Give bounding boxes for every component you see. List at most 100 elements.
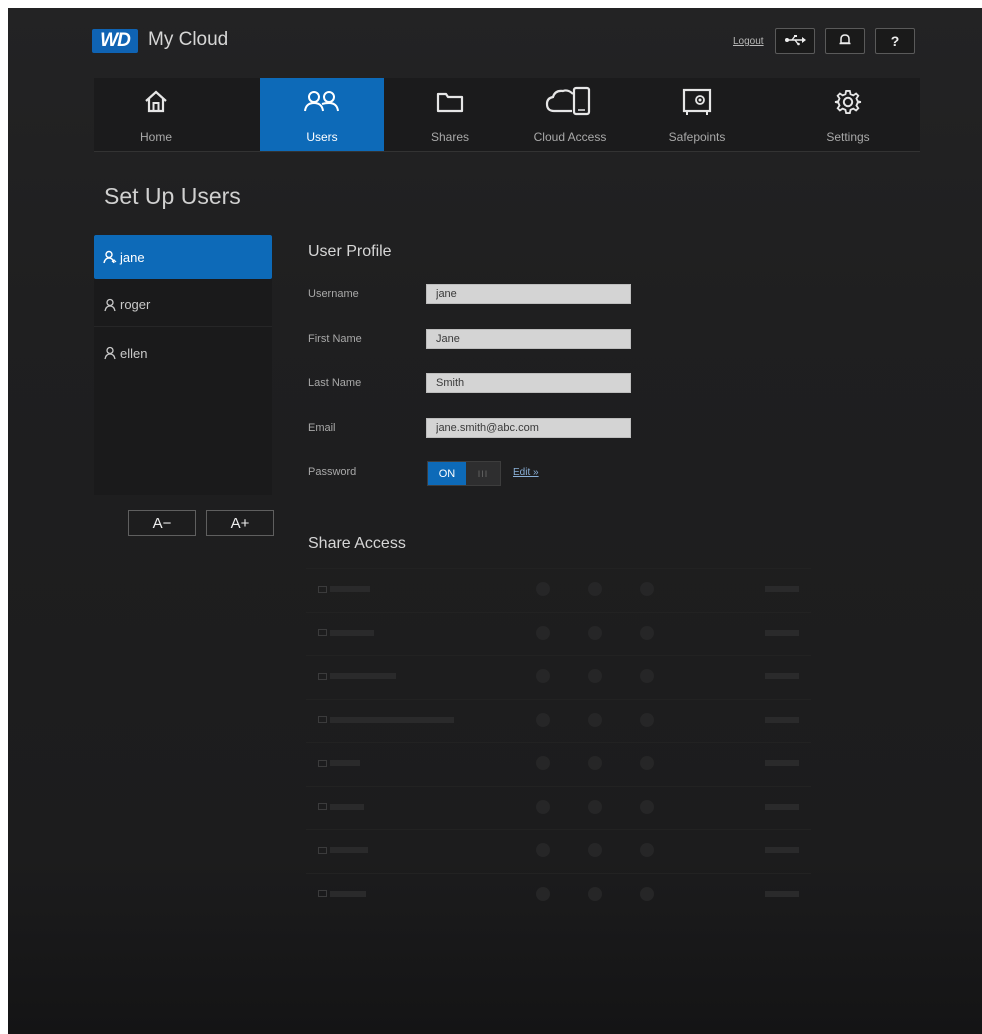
- full-access-icon[interactable]: [536, 625, 550, 640]
- cloud-device-icon: [544, 86, 596, 118]
- help-icon: ?: [890, 33, 900, 49]
- no-access-icon[interactable]: [640, 756, 654, 770]
- read-only-icon[interactable]: [588, 756, 602, 770]
- share-row[interactable]: [306, 568, 811, 609]
- share-folder-icon: [318, 585, 327, 593]
- read-only-icon[interactable]: [588, 582, 602, 596]
- full-access-icon[interactable]: [536, 582, 550, 596]
- alerts-button[interactable]: [825, 28, 865, 54]
- no-access-icon[interactable]: [640, 582, 654, 596]
- full-access-icon[interactable]: [536, 886, 550, 901]
- nav-shares[interactable]: Shares: [388, 78, 512, 151]
- gear-icon: [834, 86, 862, 118]
- no-access-icon[interactable]: [640, 712, 654, 727]
- read-only-icon[interactable]: [588, 843, 602, 857]
- share-size-placeholder: [765, 890, 799, 897]
- share-name-placeholder: [330, 847, 368, 853]
- share-size-placeholder: [765, 586, 799, 592]
- toggle-on-label: ON: [428, 462, 466, 485]
- share-size-placeholder: [765, 760, 799, 766]
- nav-cloud-access-label: Cloud Access: [533, 130, 607, 144]
- full-access-icon[interactable]: [536, 712, 550, 727]
- nav-home[interactable]: Home: [94, 78, 218, 151]
- first-name-label: First Name: [308, 333, 362, 345]
- email-label: Email: [308, 422, 336, 434]
- share-size-placeholder: [765, 847, 799, 853]
- last-name-label: Last Name: [308, 377, 362, 389]
- full-access-icon[interactable]: [536, 669, 550, 683]
- share-folder-icon: [318, 890, 327, 897]
- share-name-placeholder: [330, 890, 366, 897]
- share-row[interactable]: [306, 611, 811, 653]
- share-row[interactable]: [306, 698, 811, 740]
- remove-user-button[interactable]: A−: [128, 510, 196, 536]
- nav-shares-label: Shares: [430, 130, 470, 144]
- nav-settings-label: Settings: [826, 130, 870, 144]
- share-size-placeholder: [765, 803, 799, 810]
- read-only-icon[interactable]: [588, 886, 602, 901]
- no-access-icon[interactable]: [640, 843, 654, 857]
- password-label: Password: [308, 466, 357, 478]
- read-only-icon[interactable]: [588, 669, 602, 683]
- password-toggle[interactable]: ON III: [427, 461, 501, 486]
- full-access-icon[interactable]: [536, 756, 550, 770]
- user-item-ellen[interactable]: ellen: [94, 331, 272, 375]
- user-profile-title: User Profile: [308, 243, 392, 260]
- share-size-placeholder: [765, 716, 799, 723]
- no-access-icon[interactable]: [640, 886, 654, 901]
- user-item-jane[interactable]: jane: [94, 235, 272, 279]
- main-nav: Home Users Shares Cloud Access Safepoint…: [94, 78, 920, 152]
- username-field[interactable]: [426, 284, 631, 304]
- add-user-icon: A+: [230, 514, 250, 532]
- user-item-roger[interactable]: roger: [94, 283, 272, 327]
- help-button[interactable]: ?: [875, 28, 915, 54]
- share-name: [318, 629, 374, 636]
- user-icon: [103, 250, 117, 264]
- users-icon: [302, 86, 342, 118]
- read-only-icon[interactable]: [588, 799, 602, 814]
- user-name: roger: [120, 297, 151, 312]
- share-name-placeholder: [330, 629, 374, 636]
- share-name: [318, 672, 396, 680]
- toggle-off-label: III: [466, 462, 500, 485]
- first-name-field[interactable]: [426, 329, 631, 349]
- share-name: [318, 846, 368, 854]
- username-label: Username: [308, 288, 359, 300]
- page-title: Set Up Users: [104, 183, 241, 209]
- read-only-icon[interactable]: [588, 625, 602, 640]
- read-only-icon[interactable]: [588, 712, 602, 727]
- share-name: [318, 585, 370, 593]
- share-folder-icon: [318, 716, 327, 723]
- email-field[interactable]: [426, 418, 631, 438]
- nav-safepoints[interactable]: Safepoints: [635, 78, 759, 151]
- share-row[interactable]: [306, 872, 811, 914]
- share-name-placeholder: [330, 803, 364, 810]
- share-size-placeholder: [765, 673, 799, 679]
- logout-link[interactable]: Logout: [733, 36, 764, 47]
- last-name-field[interactable]: [426, 373, 631, 393]
- share-name: [318, 803, 364, 810]
- share-row[interactable]: [306, 742, 811, 783]
- share-folder-icon: [318, 672, 327, 680]
- nav-users[interactable]: Users: [260, 78, 384, 151]
- nav-cloud-access[interactable]: Cloud Access: [508, 78, 632, 151]
- no-access-icon[interactable]: [640, 625, 654, 640]
- full-access-icon[interactable]: [536, 799, 550, 814]
- full-access-icon[interactable]: [536, 843, 550, 857]
- user-name: jane: [120, 249, 145, 265]
- add-user-button[interactable]: A+: [206, 510, 274, 536]
- share-row[interactable]: [306, 655, 811, 696]
- safe-icon: [681, 86, 713, 118]
- share-name-placeholder: [330, 760, 360, 766]
- share-row[interactable]: [306, 829, 811, 870]
- no-access-icon[interactable]: [640, 799, 654, 814]
- share-name: [318, 890, 366, 897]
- nav-settings[interactable]: Settings: [786, 78, 910, 151]
- edit-password-link[interactable]: Edit »: [513, 467, 539, 478]
- usb-button[interactable]: [775, 28, 815, 54]
- no-access-icon[interactable]: [640, 669, 654, 683]
- share-name: [318, 716, 454, 723]
- nav-safepoints-label: Safepoints: [668, 130, 726, 144]
- share-row[interactable]: [306, 785, 811, 827]
- app-window: WD My Cloud Logout ? Home Users Shares C…: [8, 8, 982, 1034]
